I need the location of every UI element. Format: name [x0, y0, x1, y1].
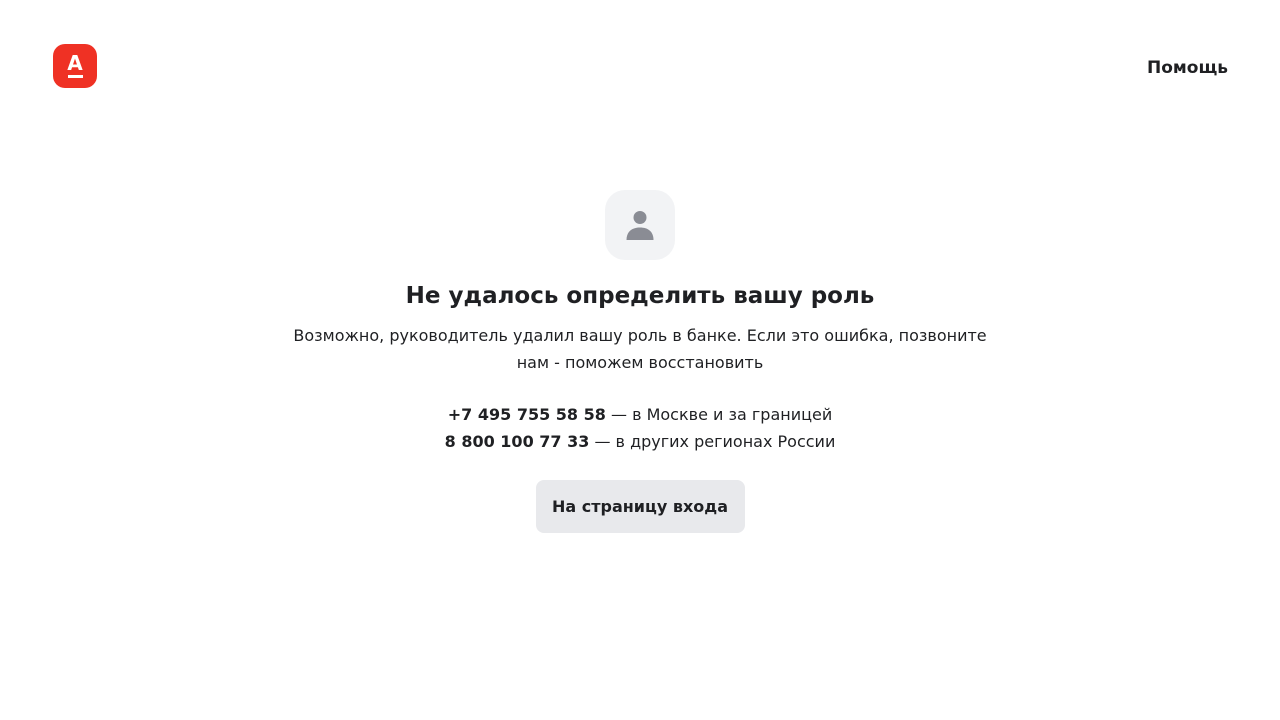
go-to-login-button[interactable]: На страницу входа — [535, 480, 745, 533]
logo-underline — [67, 74, 83, 78]
error-title: Не удалось определить вашу роль — [405, 283, 875, 309]
phone-note-moscow: — в Москве и за границей — [605, 405, 833, 424]
error-content: Не удалось определить вашу роль Возможно… — [0, 190, 1280, 533]
phone-number-moscow[interactable]: +7 495 755 58 58 — [448, 405, 606, 424]
page: А Помощь Не удалось определить вашу роль… — [0, 0, 1280, 720]
contact-phones: +7 495 755 58 58 — в Москве и за границе… — [445, 401, 836, 455]
contact-line-moscow: +7 495 755 58 58 — в Москве и за границе… — [445, 401, 836, 428]
phone-note-regions: — в других регионах России — [589, 432, 836, 451]
help-link[interactable]: Помощь — [1147, 57, 1228, 79]
role-icon-box — [605, 190, 675, 260]
error-description: Возможно, руководитель удалил вашу роль … — [293, 326, 987, 372]
user-icon — [626, 211, 654, 240]
logo-letter: А — [67, 50, 83, 75]
contact-line-regions: 8 800 100 77 33 — в других регионах Росс… — [445, 428, 836, 455]
bank-logo[interactable]: А — [53, 44, 97, 88]
phone-number-regions[interactable]: 8 800 100 77 33 — [445, 432, 590, 451]
